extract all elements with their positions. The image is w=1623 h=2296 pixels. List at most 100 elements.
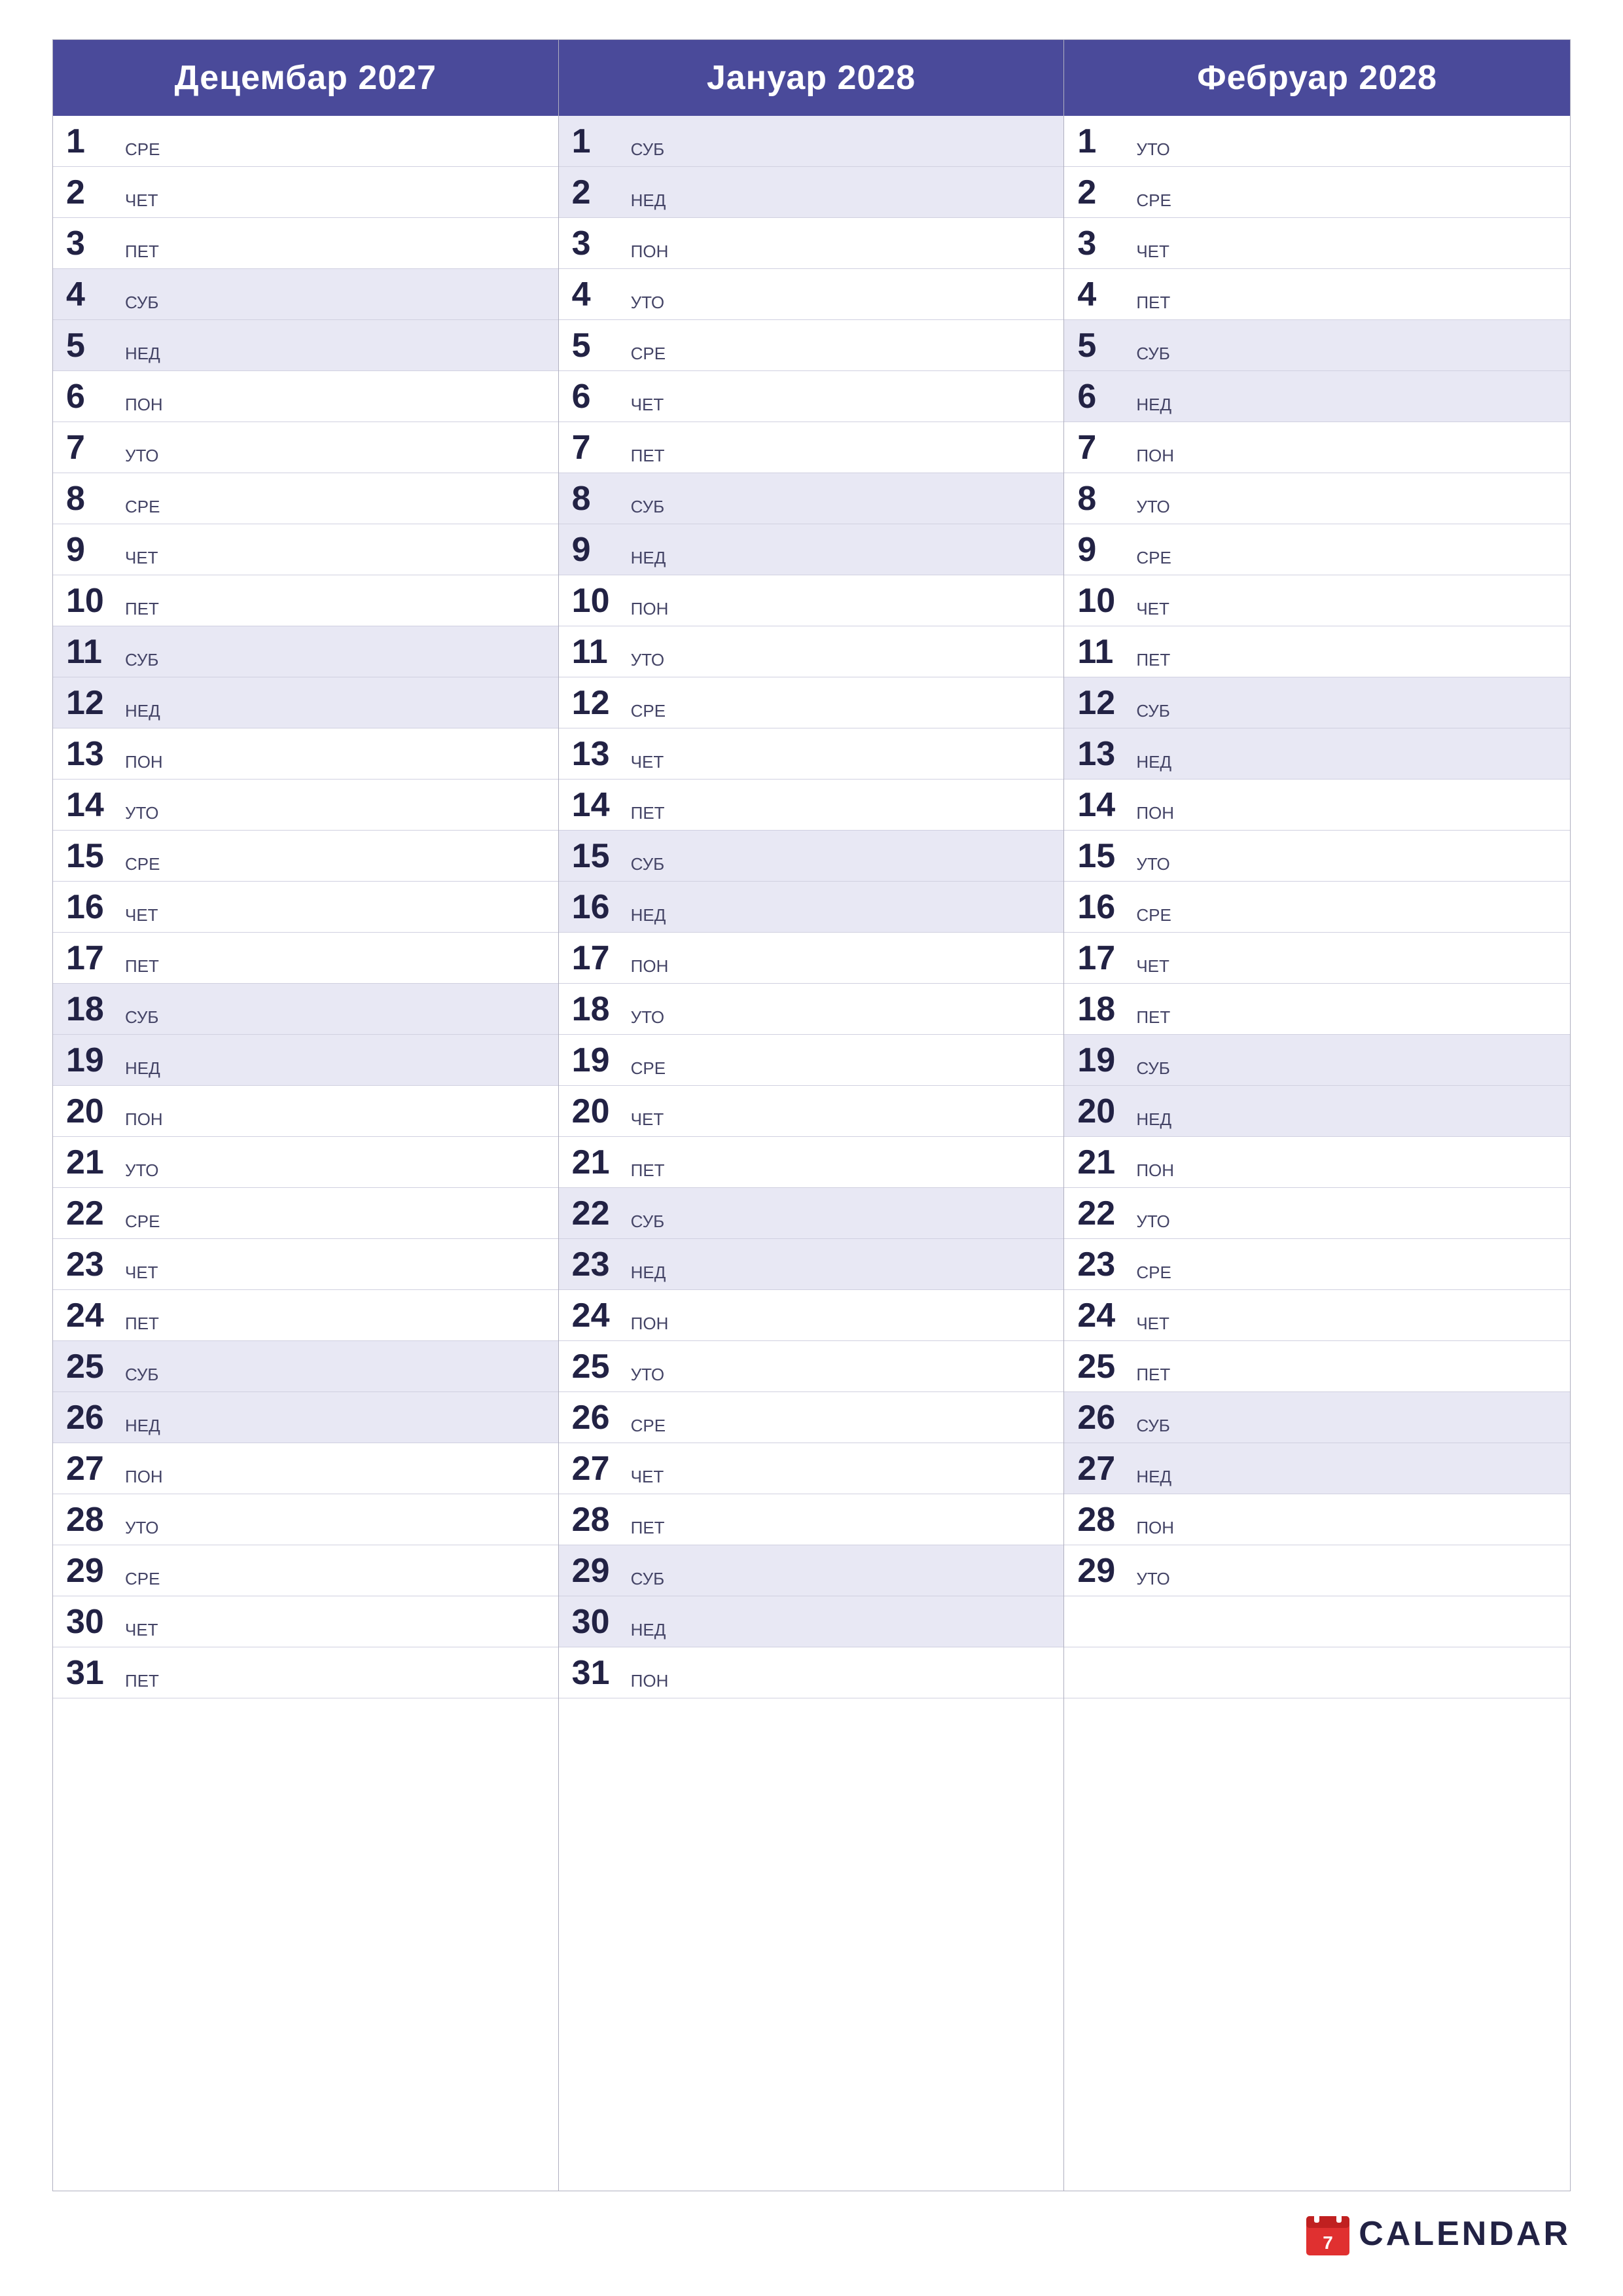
day-name-2-4: СУБ	[1136, 344, 1170, 367]
day-row-1-14: 15СУБ	[559, 831, 1064, 882]
day-row-0-5: 6ПОН	[53, 371, 558, 422]
day-name-2-6: ПОН	[1136, 446, 1174, 469]
day-row-2-16: 17ЧЕТ	[1064, 933, 1570, 984]
day-number-2-23: 24	[1077, 1299, 1130, 1333]
day-name-0-0: СРЕ	[125, 139, 160, 162]
day-number-1-14: 15	[572, 839, 624, 873]
day-name-2-5: НЕД	[1136, 395, 1171, 418]
day-name-0-26: ПОН	[125, 1467, 163, 1490]
day-row-0-22: 23ЧЕТ	[53, 1239, 558, 1290]
day-row-2-3: 4ПЕТ	[1064, 269, 1570, 320]
day-name-0-27: УТО	[125, 1518, 158, 1541]
day-number-1-0: 1	[572, 124, 624, 158]
day-number-2-8: 9	[1077, 533, 1130, 567]
day-number-0-17: 18	[66, 992, 118, 1026]
day-number-2-3: 4	[1077, 278, 1130, 312]
day-row-2-8: 9СРЕ	[1064, 524, 1570, 575]
day-number-1-18: 19	[572, 1043, 624, 1077]
day-row-0-18: 19 НЕД	[53, 1035, 558, 1086]
day-row-1-0: 1 СУБ	[559, 116, 1064, 167]
day-number-0-20: 21	[66, 1145, 118, 1179]
day-number-1-26: 27	[572, 1452, 624, 1486]
day-name-2-14: УТО	[1136, 854, 1169, 877]
day-name-1-25: СРЕ	[631, 1416, 666, 1439]
day-row-0-14: 15СРЕ	[53, 831, 558, 882]
day-number-1-21: 22	[572, 1196, 624, 1230]
day-number-2-24: 25	[1077, 1350, 1130, 1384]
day-row-0-29: 30ЧЕТ	[53, 1596, 558, 1647]
day-row-0-16: 17ПЕТ	[53, 933, 558, 984]
day-number-0-21: 22	[66, 1196, 118, 1230]
day-name-0-25: НЕД	[125, 1416, 160, 1439]
day-row-1-9: 10ПОН	[559, 575, 1064, 626]
day-name-0-20: УТО	[125, 1160, 158, 1183]
day-name-1-11: СРЕ	[631, 701, 666, 724]
day-name-1-0: СУБ	[631, 139, 665, 162]
day-name-2-21: УТО	[1136, 1211, 1169, 1234]
day-row-0-13: 14УТО	[53, 780, 558, 831]
day-number-1-20: 21	[572, 1145, 624, 1179]
day-number-1-16: 17	[572, 941, 624, 975]
day-name-1-20: ПЕТ	[631, 1160, 665, 1183]
day-row-1-8: 9НЕД	[559, 524, 1064, 575]
day-number-0-30: 31	[66, 1656, 118, 1690]
day-row-0-27: 28УТО	[53, 1494, 558, 1545]
day-number-2-12: 13	[1077, 737, 1130, 771]
day-name-0-29: ЧЕТ	[125, 1620, 158, 1643]
day-name-1-10: УТО	[631, 650, 664, 673]
day-name-0-18: НЕД	[125, 1058, 160, 1081]
day-number-0-18: 19	[66, 1043, 118, 1077]
day-name-0-7: СРЕ	[125, 497, 160, 520]
day-number-0-5: 6	[66, 380, 118, 414]
day-number-1-27: 28	[572, 1503, 624, 1537]
day-number-1-12: 13	[572, 737, 624, 771]
day-number-1-2: 3	[572, 226, 624, 260]
day-row-2-0: 1УТО	[1064, 116, 1570, 167]
month-column-0: Децембар 20271СРЕ2ЧЕТ3ПЕТ4СУБ5НЕД6ПОН7УТ…	[53, 40, 559, 2191]
day-name-1-23: ПОН	[631, 1314, 669, 1336]
day-number-0-28: 29	[66, 1554, 118, 1588]
day-number-0-8: 9	[66, 533, 118, 567]
day-row-2-26: 27НЕД	[1064, 1443, 1570, 1494]
day-name-1-28: СУБ	[631, 1569, 665, 1592]
day-row-0-25: 26НЕД	[53, 1392, 558, 1443]
day-row-1-17: 18УТО	[559, 984, 1064, 1035]
day-number-1-17: 18	[572, 992, 624, 1026]
day-row-1-21: 22СУБ	[559, 1188, 1064, 1239]
day-row-0-4: 5НЕД	[53, 320, 558, 371]
day-row-0-11: 12НЕД	[53, 677, 558, 728]
day-row-2-5: 6НЕД	[1064, 371, 1570, 422]
day-number-2-4: 5	[1077, 329, 1130, 363]
day-name-1-15: НЕД	[631, 905, 666, 928]
day-row-0-8: 9ЧЕТ	[53, 524, 558, 575]
day-number-0-7: 8	[66, 482, 118, 516]
day-name-1-19: ЧЕТ	[631, 1109, 664, 1132]
day-number-2-19: 20	[1077, 1094, 1130, 1128]
day-number-2-0: 1	[1077, 124, 1130, 158]
day-number-0-3: 4	[66, 278, 118, 312]
day-number-1-19: 20	[572, 1094, 624, 1128]
day-name-0-28: СРЕ	[125, 1569, 160, 1592]
day-row-2-10: 11ПЕТ	[1064, 626, 1570, 677]
day-name-2-24: ПЕТ	[1136, 1365, 1170, 1388]
day-row-2-20: 21ПОН	[1064, 1137, 1570, 1188]
day-name-1-24: УТО	[631, 1365, 664, 1388]
day-row-2-21: 22УТО	[1064, 1188, 1570, 1239]
day-name-0-23: ПЕТ	[125, 1314, 159, 1336]
day-number-2-10: 11	[1077, 635, 1130, 669]
day-number-1-8: 9	[572, 533, 624, 567]
day-row-0-20: 21 УТО	[53, 1137, 558, 1188]
day-number-0-23: 24	[66, 1299, 118, 1333]
day-name-2-16: ЧЕТ	[1136, 956, 1169, 979]
logo-text: CALENDAR	[1359, 2214, 1571, 2253]
day-name-2-17: ПЕТ	[1136, 1007, 1170, 1030]
day-number-0-0: 1	[66, 124, 118, 158]
day-row-1-27: 28ПЕТ	[559, 1494, 1064, 1545]
day-row-2-17: 18ПЕТ	[1064, 984, 1570, 1035]
day-name-2-23: ЧЕТ	[1136, 1314, 1169, 1336]
day-name-0-21: СРЕ	[125, 1211, 160, 1234]
day-name-2-27: ПОН	[1136, 1518, 1174, 1541]
day-row-2-24: 25 ПЕТ	[1064, 1341, 1570, 1392]
day-row-2-18: 19СУБ	[1064, 1035, 1570, 1086]
empty-row-2-29	[1064, 1596, 1570, 1647]
